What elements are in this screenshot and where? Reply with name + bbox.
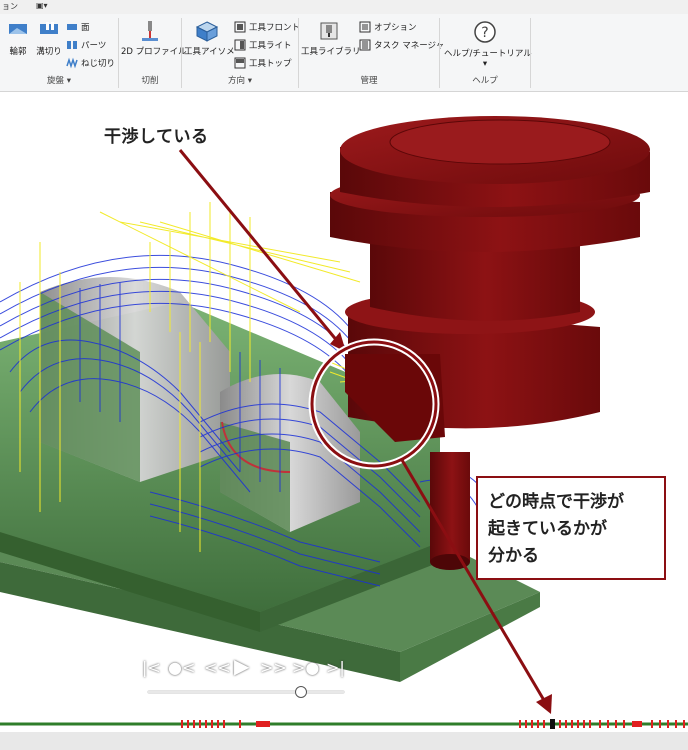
group-orientation: 工具アイソメ 工具フロント 工具ライト 工具トップ 方向 ▾ [182, 16, 300, 90]
to-end-icon[interactable]: >| [326, 658, 345, 677]
timeline-current-marker [550, 719, 555, 729]
tab-fragment[interactable]: ョン [2, 1, 18, 12]
face-icon [67, 24, 77, 30]
group-lathe: 輪郭 溝切り 面 パーツ ねじ切り 旋盤 ▾ [0, 16, 118, 90]
callout-line: 起きているかが [488, 519, 607, 538]
play-icon[interactable]: ▶ [234, 654, 249, 678]
fast-forward-icon[interactable]: >> [260, 658, 287, 677]
grooving-button[interactable]: 溝切り [34, 20, 64, 57]
view-front-icon [234, 21, 246, 33]
tool-library-icon [320, 22, 338, 40]
grooving-icon [40, 22, 58, 34]
group-expand-icon: ▾ [66, 76, 71, 86]
ribbon-tab-strip: ョン ▣▾ [0, 0, 688, 14]
parting-button[interactable]: パーツ [66, 38, 106, 52]
group-label-management: 管理 [360, 76, 378, 86]
step-back-point-icon[interactable]: ●< [168, 658, 195, 677]
help-question-icon: ? [474, 21, 496, 43]
playback-slider-track[interactable] [148, 691, 344, 693]
tool-right-button[interactable]: 工具ライト [234, 38, 292, 52]
help-tutorial-button[interactable]: ? ヘルプ/チュートリアル ▾ [444, 20, 532, 69]
threading-icon [66, 57, 78, 69]
tool-library-button[interactable]: 工具ライブラリ [301, 20, 361, 57]
status-strip [0, 732, 688, 750]
svg-text:?: ? [481, 25, 488, 41]
simulation-scene [0, 116, 688, 729]
quick-access-dropdown-icon[interactable]: ▣▾ [36, 1, 48, 10]
callout-line: 分かる [488, 546, 539, 565]
playback-controls: |< ●< << ▶ >> >● >| [138, 654, 350, 704]
options-icon [359, 21, 371, 33]
group-label-lathe: 旋盤 ▾ [47, 76, 71, 86]
simulation-viewport[interactable]: 干渉している どの時点で干渉が 起きているかが 分かる |< ●< << ▶ >… [0, 92, 688, 732]
interference-info-callout: どの時点で干渉が 起きているかが 分かる [476, 476, 666, 580]
to-start-icon[interactable]: |< [142, 658, 161, 677]
ribbon: ョン ▣▾ 輪郭 溝切り 面 パーツ ねじ切り 旋盤 ▾ 2D プロファイル 切… [0, 0, 688, 92]
threading-button[interactable]: ねじ切り [66, 56, 115, 70]
task-manager-button[interactable]: タスク マネージャ [359, 38, 444, 52]
group-expand-icon: ▾ [247, 76, 252, 86]
tool-front-button[interactable]: 工具フロント [234, 20, 300, 34]
callout-line: どの時点で干渉が [488, 492, 624, 511]
help-dropdown-icon: ▾ [482, 59, 488, 69]
view-top-icon [234, 57, 246, 69]
contour-button[interactable]: 輪郭 [4, 20, 32, 57]
iso-cube-icon [195, 21, 219, 42]
playback-slider-knob[interactable] [294, 686, 307, 698]
group-label-orientation: 方向 ▾ [228, 76, 252, 86]
rewind-icon[interactable]: << [204, 658, 231, 677]
group-label-help: ヘルプ [472, 76, 498, 86]
group-label-cutting: 切削 [141, 76, 159, 86]
2d-profile-icon [142, 21, 158, 41]
group-divider [530, 18, 531, 88]
interference-callout-title: 干渉している [104, 127, 209, 146]
simulation-timeline[interactable] [0, 719, 688, 729]
contour-icon [9, 24, 27, 34]
tool-iso-button[interactable]: 工具アイソメ [184, 20, 235, 57]
face-button[interactable]: 面 [66, 20, 90, 34]
group-cutting: 2D プロファイル 切削 [119, 16, 187, 90]
task-manager-icon [359, 39, 371, 51]
2d-profile-button[interactable]: 2D プロファイル [121, 20, 187, 57]
group-help: ? ヘルプ/チュートリアル ▾ ヘルプ [440, 16, 532, 90]
view-right-icon [234, 39, 246, 51]
options-button[interactable]: オプション [359, 20, 417, 34]
tool-top-button[interactable]: 工具トップ [234, 56, 292, 70]
parting-icon [67, 41, 77, 49]
group-management: 工具ライブラリ オプション タスク マネージャ 管理 [299, 16, 444, 90]
step-forward-point-icon[interactable]: >● [292, 658, 319, 677]
